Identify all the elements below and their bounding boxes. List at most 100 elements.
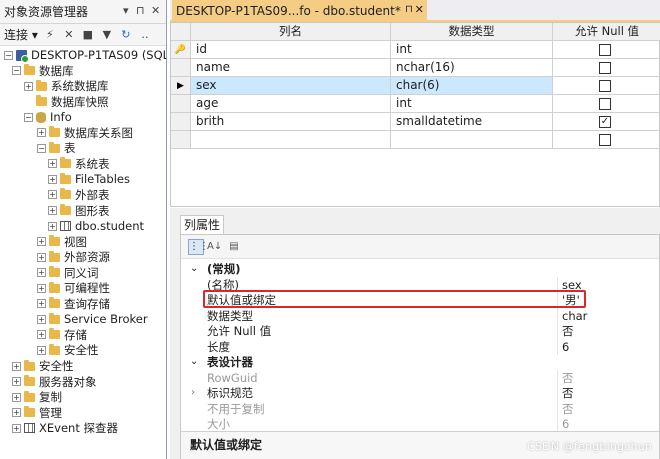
column-name-cell[interactable]: id	[191, 41, 391, 59]
tree-item[interactable]: + 可编程性	[37, 280, 110, 296]
tree-item[interactable]: + 系统表	[48, 156, 110, 172]
tree-item[interactable]: − Info	[24, 109, 72, 125]
property-column-divider[interactable]	[557, 370, 558, 432]
close-tab-icon[interactable]: ✕	[415, 3, 424, 16]
tree-item[interactable]: − 表	[37, 140, 76, 156]
property-value[interactable]: char	[562, 308, 587, 324]
expand-icon[interactable]: +	[12, 408, 21, 418]
expand-icon[interactable]: +	[12, 423, 21, 433]
tree-item[interactable]: + 图形表	[48, 203, 110, 219]
expand-icon[interactable]: +	[12, 361, 21, 371]
property-row[interactable]: 允许 Null 值 否	[181, 323, 659, 339]
allow-null-checkbox[interactable]	[599, 62, 611, 74]
expand-icon[interactable]: ›	[191, 385, 195, 401]
table-row[interactable]: ▶ sex char(6)	[171, 77, 660, 95]
allow-null-checkbox-checked[interactable]: ✓	[599, 116, 611, 128]
data-type-cell[interactable]: int	[391, 95, 553, 113]
property-category[interactable]: ⌄ (常规)	[181, 261, 659, 277]
property-row[interactable]: 长度 6	[181, 339, 659, 355]
tree-item[interactable]: + 数据库关系图	[37, 125, 133, 141]
expand-icon[interactable]: +	[48, 221, 57, 231]
tree-item[interactable]: + 管理	[12, 405, 62, 421]
expand-icon[interactable]: +	[37, 268, 46, 278]
allow-null-checkbox[interactable]	[599, 80, 611, 92]
tree-item[interactable]: + 存储	[37, 327, 87, 343]
collapse-icon[interactable]: −	[37, 143, 46, 153]
allow-null-checkbox[interactable]	[599, 44, 611, 56]
expand-icon[interactable]: +	[48, 206, 57, 215]
property-row[interactable]: 大小 6	[181, 416, 659, 432]
column-name-cell[interactable]: brith	[191, 113, 391, 131]
stop-icon[interactable]: ■	[81, 27, 95, 43]
categorized-icon[interactable]: ⋮⋮	[188, 239, 209, 255]
tree-item[interactable]: + 服务器对象	[12, 374, 97, 390]
table-row[interactable]: name nchar(16)	[171, 59, 660, 77]
pin-icon[interactable]: ⊓	[405, 4, 413, 15]
allow-null-checkbox[interactable]	[599, 134, 611, 146]
property-row[interactable]: 不用于复制 否	[181, 401, 659, 417]
column-name-cell[interactable]: name	[191, 59, 391, 77]
expand-icon[interactable]: +	[37, 128, 46, 138]
collapse-icon[interactable]: ⌄	[190, 354, 198, 370]
primary-key-icon[interactable]: 🔑	[171, 41, 191, 59]
tree-item[interactable]: + 安全性	[12, 358, 74, 374]
property-value[interactable]: 否	[562, 323, 574, 339]
tree-item[interactable]: + 系统数据库	[24, 78, 109, 94]
data-type-cell[interactable]: char(6)	[391, 77, 553, 95]
tree-item[interactable]: + FileTables	[48, 171, 130, 187]
property-pages-icon[interactable]: ▤	[226, 239, 242, 255]
property-row[interactable]: › 标识规范 否	[181, 385, 659, 401]
tree-item[interactable]: + 视图	[37, 234, 87, 250]
column-header-type[interactable]: 数据类型	[391, 23, 553, 41]
property-category[interactable]: ⌄ 表设计器	[181, 354, 659, 370]
filter-icon[interactable]: ▼	[100, 27, 114, 43]
collapse-icon[interactable]: −	[4, 50, 13, 60]
auto-hide-pin-icon[interactable]: ⊓	[136, 4, 145, 17]
row-selector[interactable]	[171, 113, 191, 131]
table-row[interactable]: age int	[171, 95, 660, 113]
property-row[interactable]: RowGuid 否	[181, 370, 659, 386]
expand-icon[interactable]: +	[37, 330, 46, 340]
tree-item[interactable]: + Service Broker	[37, 311, 148, 327]
expand-icon[interactable]: +	[37, 345, 46, 355]
tree-item[interactable]: − 数据库	[12, 63, 74, 79]
table-row[interactable]: 🔑 id int	[171, 41, 660, 59]
table-row[interactable]	[171, 131, 660, 149]
expand-icon[interactable]: +	[24, 81, 33, 91]
window-position-icon[interactable]: ▾	[123, 4, 129, 17]
current-row-icon[interactable]: ▶	[171, 77, 191, 95]
expand-icon[interactable]: +	[48, 159, 57, 169]
data-type-cell[interactable]: smalldatetime	[391, 113, 553, 131]
data-type-cell[interactable]: int	[391, 41, 553, 59]
row-selector[interactable]	[171, 59, 191, 77]
table-row[interactable]: brith smalldatetime ✓	[171, 113, 660, 131]
tree-item[interactable]: + XEvent 探查器	[12, 420, 118, 436]
expand-icon[interactable]: +	[48, 190, 57, 200]
connect-icon[interactable]: ⚡	[43, 27, 57, 43]
property-column-divider[interactable]	[557, 277, 558, 355]
column-name-cell[interactable]: age	[191, 95, 391, 113]
tree-item[interactable]: + dbo.student	[48, 218, 144, 234]
property-value[interactable]: 6	[562, 339, 569, 355]
allow-null-checkbox[interactable]	[599, 98, 611, 110]
data-type-cell[interactable]: nchar(16)	[391, 59, 553, 77]
property-value[interactable]: 否	[562, 385, 574, 401]
expand-icon[interactable]: +	[37, 299, 46, 309]
tab-dbo-student[interactable]: DESKTOP-P1TAS09...fo - dbo.student* ⊓ ✕	[172, 0, 427, 22]
overflow-icon[interactable]: ‥	[138, 27, 152, 43]
close-icon[interactable]: ✕	[151, 4, 160, 17]
row-selector[interactable]	[171, 131, 191, 149]
expand-icon[interactable]: +	[12, 377, 21, 387]
collapse-icon[interactable]: ⌄	[190, 261, 198, 277]
tree-item[interactable]: + 复制	[12, 389, 62, 405]
property-value[interactable]: 否	[562, 370, 574, 386]
tab-column-properties[interactable]: 列属性	[180, 215, 224, 235]
collapse-icon[interactable]: −	[24, 112, 33, 122]
collapse-icon[interactable]: −	[12, 66, 21, 76]
expand-icon[interactable]: +	[12, 392, 21, 402]
tree-item[interactable]: + 外部表	[48, 187, 110, 203]
column-header-name[interactable]: 列名	[191, 23, 391, 41]
tree-item[interactable]: + 查询存储	[37, 296, 110, 312]
expand-icon[interactable]: +	[37, 314, 46, 324]
property-row[interactable]: 数据类型 char	[181, 308, 659, 324]
